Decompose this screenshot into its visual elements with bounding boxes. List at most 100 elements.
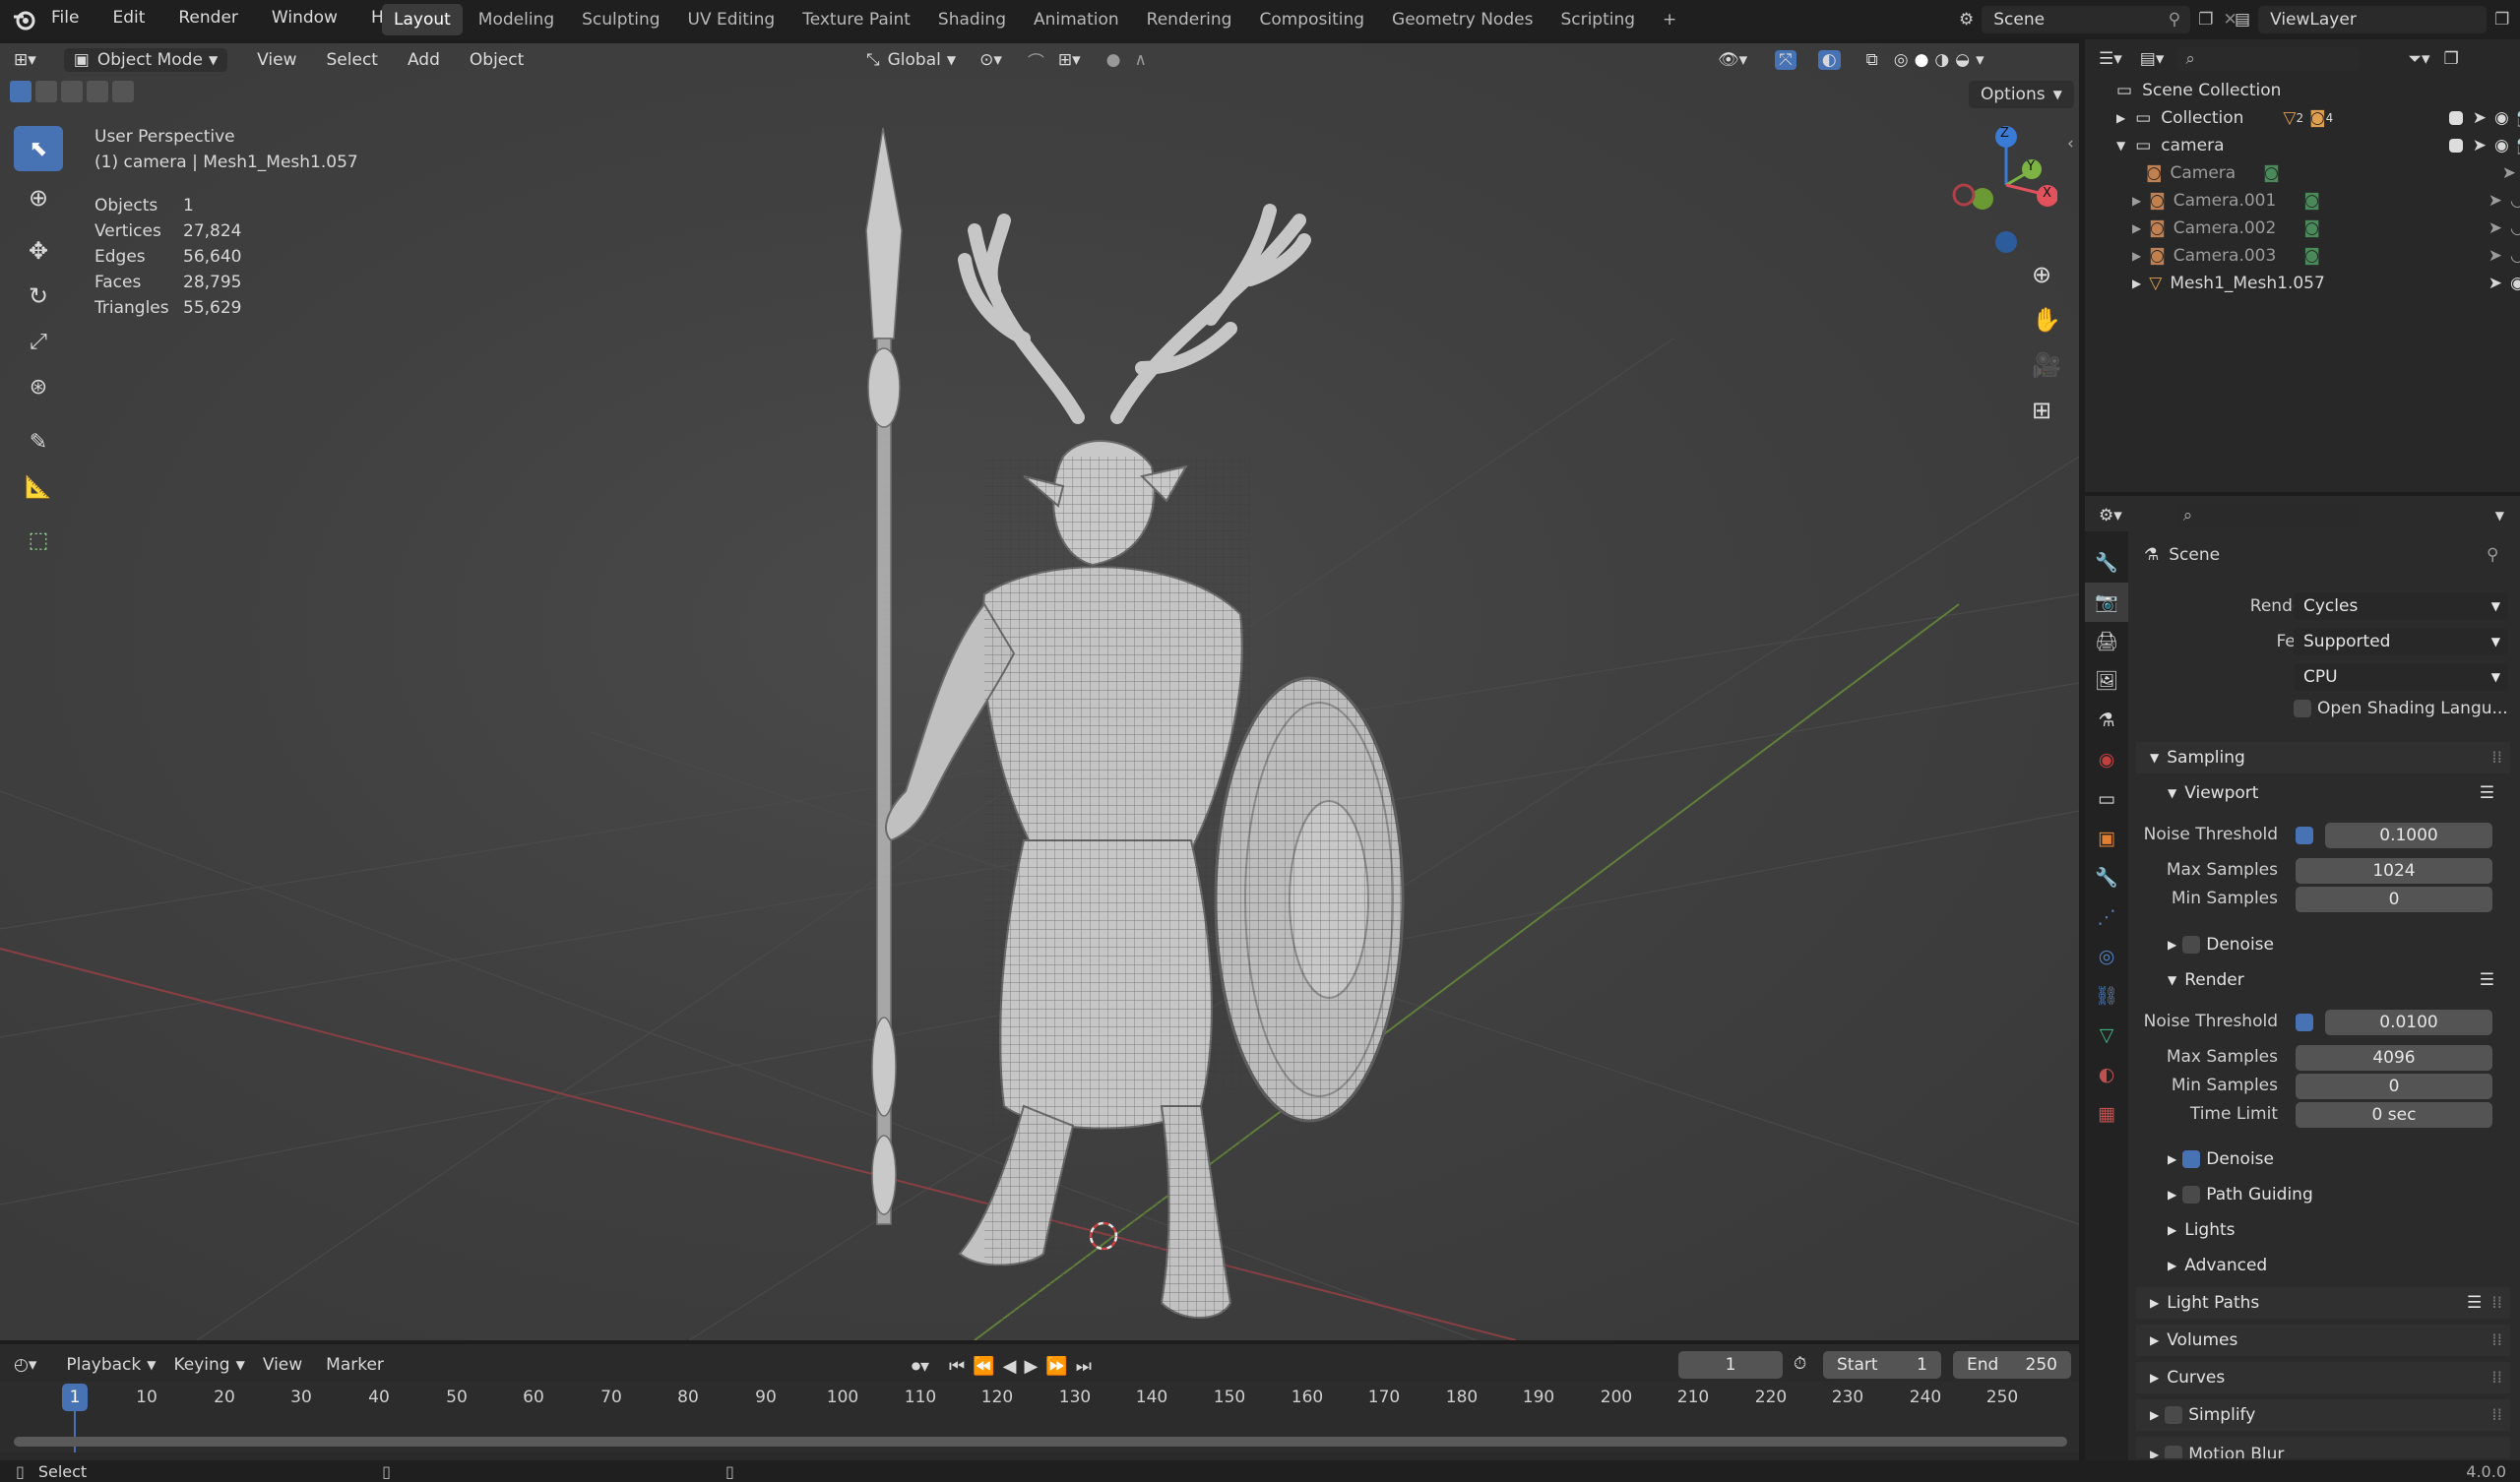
presets-list-icon[interactable]: ☰ (2467, 1293, 2482, 1313)
cursor-tool-button[interactable]: ⊕ (14, 175, 63, 220)
filter-icon[interactable]: ⏷▾ (2408, 49, 2429, 69)
presets-list-icon[interactable]: ☰ (2480, 970, 2494, 990)
proportional-edit-icon[interactable]: ● (1106, 50, 1121, 70)
outliner-search-input[interactable]: ⌕ (2177, 47, 2360, 71)
collection-tab-icon[interactable]: ▭ (2085, 779, 2128, 819)
render-max-field[interactable]: 4096 (2296, 1045, 2492, 1071)
tab-sculpting[interactable]: Sculpting (570, 4, 671, 35)
new-collection-icon[interactable]: ❐ (2444, 49, 2459, 69)
tool-tab-icon[interactable]: 🔧 (2085, 543, 2128, 583)
eye-closed-icon[interactable]: ◡ (2510, 191, 2520, 211)
wireframe-shading-icon[interactable]: ◎ (1894, 50, 1909, 70)
viewport-min-field[interactable]: 0 (2296, 887, 2492, 912)
light-paths-panel-header[interactable]: ▶ Light Paths ☰ ⁞⁞ (2136, 1287, 2510, 1319)
visibility-icon[interactable]: 👁▾ (1718, 50, 1747, 70)
shading-options-icon[interactable]: ▾ (1976, 50, 1984, 70)
expand-arrow-icon[interactable]: ▶ (2116, 111, 2125, 125)
eye-closed-icon[interactable]: ◡ (2510, 246, 2520, 266)
tab-layout[interactable]: Layout (382, 4, 463, 35)
expand-arrow-icon[interactable]: ▶ (2132, 277, 2141, 290)
next-keyframe-icon[interactable]: ⏩ (1045, 1356, 1067, 1377)
eye-icon[interactable]: ◉ (2494, 108, 2509, 128)
select-arrow-icon[interactable]: ➤ (2502, 163, 2516, 183)
expand-arrow-icon[interactable]: ▶ (2132, 194, 2141, 208)
measure-tool-button[interactable]: 📐 (14, 464, 63, 510)
outliner-item-camera[interactable]: ◙ Camera ◙ ➤ ◡ 📷 (2085, 159, 2520, 187)
feature-set-dropdown[interactable]: Supported ▼ (2294, 628, 2508, 655)
render-subpanel-header[interactable]: ▼ Render ☰ (2136, 964, 2510, 996)
outliner-item-camera-002[interactable]: ▶ ◙ Camera.002 ◙ ➤ ◡ 📷 (2085, 215, 2520, 242)
outliner-editor-icon[interactable]: ☰▾ (2099, 49, 2122, 69)
rotate-tool-button[interactable]: ↻ (14, 274, 63, 319)
viewport-max-field[interactable]: 1024 (2296, 858, 2492, 884)
volumes-panel-header[interactable]: ▶ Volumes ⁞⁞ (2136, 1325, 2510, 1356)
select-arrow-icon[interactable]: ➤ (2473, 136, 2487, 155)
curves-panel-header[interactable]: ▶ Curves ⁞⁞ (2136, 1362, 2510, 1393)
start-frame-field[interactable]: Start 1 (1823, 1351, 1941, 1379)
output-tab-icon[interactable]: 🖨 (2085, 622, 2128, 661)
path-guiding-header[interactable]: ▶ Path Guiding (2136, 1179, 2510, 1210)
render-tab-icon[interactable]: 📷 (2085, 583, 2128, 622)
simplify-panel-header[interactable]: ▶ Simplify ⁞⁞ (2136, 1399, 2510, 1431)
scene-tab-icon[interactable]: ⚗ (2085, 701, 2128, 740)
outliner-item-camera-001[interactable]: ▶ ◙ Camera.001 ◙ ➤ ◡ 📷 (2085, 187, 2520, 215)
outliner-item-camera-003[interactable]: ▶ ◙ Camera.003 ◙ ➤ ◡ 📷 (2085, 242, 2520, 270)
viewport-noise-checkbox[interactable] (2296, 827, 2313, 844)
scene-icon[interactable]: ⚙ (1959, 10, 1974, 30)
move-tool-button[interactable]: ✥ (14, 228, 63, 274)
play-reverse-icon[interactable]: ◀ (1003, 1356, 1017, 1377)
drag-handle-icon[interactable]: ⁞⁞ (2491, 1368, 2502, 1388)
motion-blur-checkbox[interactable] (2165, 1446, 2183, 1458)
render-engine-dropdown[interactable]: Cycles ▼ (2294, 592, 2508, 620)
viewport-menu-add[interactable]: Add (408, 50, 440, 70)
snap-icon[interactable]: ⌒ (1028, 48, 1044, 73)
expand-arrow-icon[interactable]: ▶ (2132, 221, 2141, 235)
viewport-denoise-header[interactable]: ▶ Denoise (2136, 929, 2510, 960)
collapse-arrow-icon[interactable]: ▼ (2116, 139, 2125, 153)
presets-list-icon[interactable]: ☰ (2480, 783, 2494, 803)
render-denoise-checkbox[interactable] (2182, 1150, 2201, 1168)
physics-tab-icon[interactable]: ◎ (2085, 937, 2128, 976)
snap-target-icon[interactable]: ⊞▾ (1058, 50, 1081, 70)
viewlayer-icon[interactable]: ▤ (2235, 10, 2250, 30)
select-intersect-icon[interactable] (112, 81, 134, 102)
path-guiding-checkbox[interactable] (2182, 1186, 2201, 1204)
outliner-scene-collection[interactable]: ▭ Scene Collection (2085, 77, 2520, 104)
view-layer-tab-icon[interactable]: 🖼 (2085, 661, 2128, 701)
eye-icon[interactable]: ◉ (2494, 136, 2509, 155)
menu-edit[interactable]: Edit (112, 8, 145, 28)
drag-handle-icon[interactable]: ⁞⁞ (2491, 1405, 2502, 1425)
viewport-menu-select[interactable]: Select (327, 50, 378, 70)
tab-modeling[interactable]: Modeling (467, 4, 566, 35)
tab-rendering[interactable]: Rendering (1135, 4, 1244, 35)
timeline-menu-keying[interactable]: Keying (173, 1355, 229, 1375)
outliner-item-camera-collection[interactable]: ▼ ▭ camera ➤ ◉ 📷 (2085, 132, 2520, 159)
drag-handle-icon[interactable]: ⁞⁞ (2491, 748, 2502, 768)
tab-compositing[interactable]: Compositing (1247, 4, 1376, 35)
render-noise-checkbox[interactable] (2296, 1014, 2313, 1031)
properties-search-input[interactable]: ⌕ (2174, 504, 2357, 527)
modifier-tab-icon[interactable]: 🔧 (2085, 858, 2128, 897)
sidebar-toggle-chevron-icon[interactable]: ‹ (2067, 134, 2074, 154)
tab-texture-paint[interactable]: Texture Paint (790, 4, 922, 35)
outliner-item-collection[interactable]: ▶ ▭ Collection ▽2 ◙4 ➤ ◉ 📷 (2085, 104, 2520, 132)
simplify-checkbox[interactable] (2165, 1406, 2183, 1424)
prev-keyframe-icon[interactable]: ⏪ (973, 1356, 994, 1377)
advanced-subpanel-header[interactable]: ▶ Advanced (2136, 1250, 2510, 1281)
tab-shading[interactable]: Shading (926, 4, 1018, 35)
hand-pan-icon[interactable]: ✋ (2032, 297, 2061, 342)
select-box-icon[interactable] (10, 81, 32, 102)
ortho-toggle-icon[interactable]: ⊞ (2032, 388, 2061, 433)
jump-end-icon[interactable]: ⏭ (1076, 1356, 1092, 1377)
select-arrow-icon[interactable]: ➤ (2488, 274, 2502, 293)
material-tab-icon[interactable]: ◐ (2085, 1055, 2128, 1094)
new-scene-icon[interactable]: ❐ (2198, 10, 2213, 30)
tab-uv-editing[interactable]: UV Editing (676, 4, 788, 35)
menu-file[interactable]: File (51, 8, 79, 28)
drag-handle-icon[interactable]: ⁞⁞ (2491, 1293, 2502, 1313)
add-cube-tool-button[interactable]: ⬚ (14, 518, 63, 563)
select-extend-icon[interactable] (35, 81, 57, 102)
include-checkbox[interactable] (2448, 111, 2463, 125)
annotate-tool-button[interactable]: ✎ (14, 419, 63, 464)
overlay-toggle-icon[interactable]: ◐ (1817, 50, 1841, 70)
